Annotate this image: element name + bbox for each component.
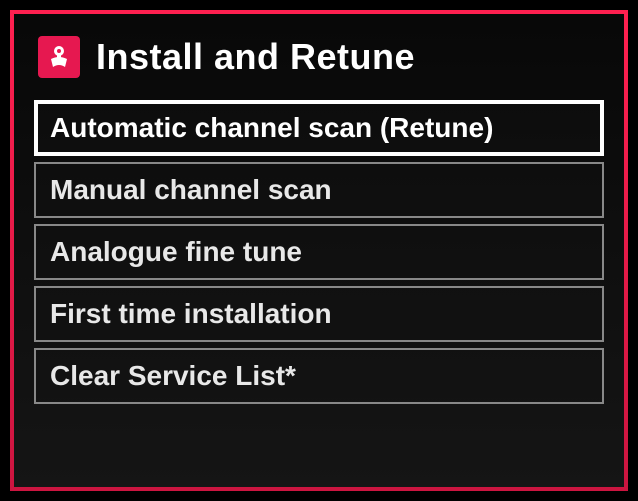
menu-item-analogue-fine-tune[interactable]: Analogue fine tune — [34, 224, 604, 280]
satellite-dish-icon — [38, 36, 80, 78]
panel-header: Install and Retune — [34, 30, 604, 96]
menu-item-clear-service-list[interactable]: Clear Service List* — [34, 348, 604, 404]
menu-item-first-time-install[interactable]: First time installation — [34, 286, 604, 342]
menu-item-auto-scan[interactable]: Automatic channel scan (Retune) — [34, 100, 604, 156]
menu-item-label: Manual channel scan — [50, 174, 332, 205]
menu-item-label: Analogue fine tune — [50, 236, 302, 267]
menu-item-label: Automatic channel scan (Retune) — [50, 112, 493, 143]
menu-item-label: Clear Service List* — [50, 360, 296, 391]
menu-list: Automatic channel scan (Retune) Manual c… — [34, 100, 604, 404]
menu-item-label: First time installation — [50, 298, 332, 329]
settings-panel: Install and Retune Automatic channel sca… — [10, 10, 628, 491]
menu-item-manual-scan[interactable]: Manual channel scan — [34, 162, 604, 218]
panel-title: Install and Retune — [96, 36, 415, 78]
